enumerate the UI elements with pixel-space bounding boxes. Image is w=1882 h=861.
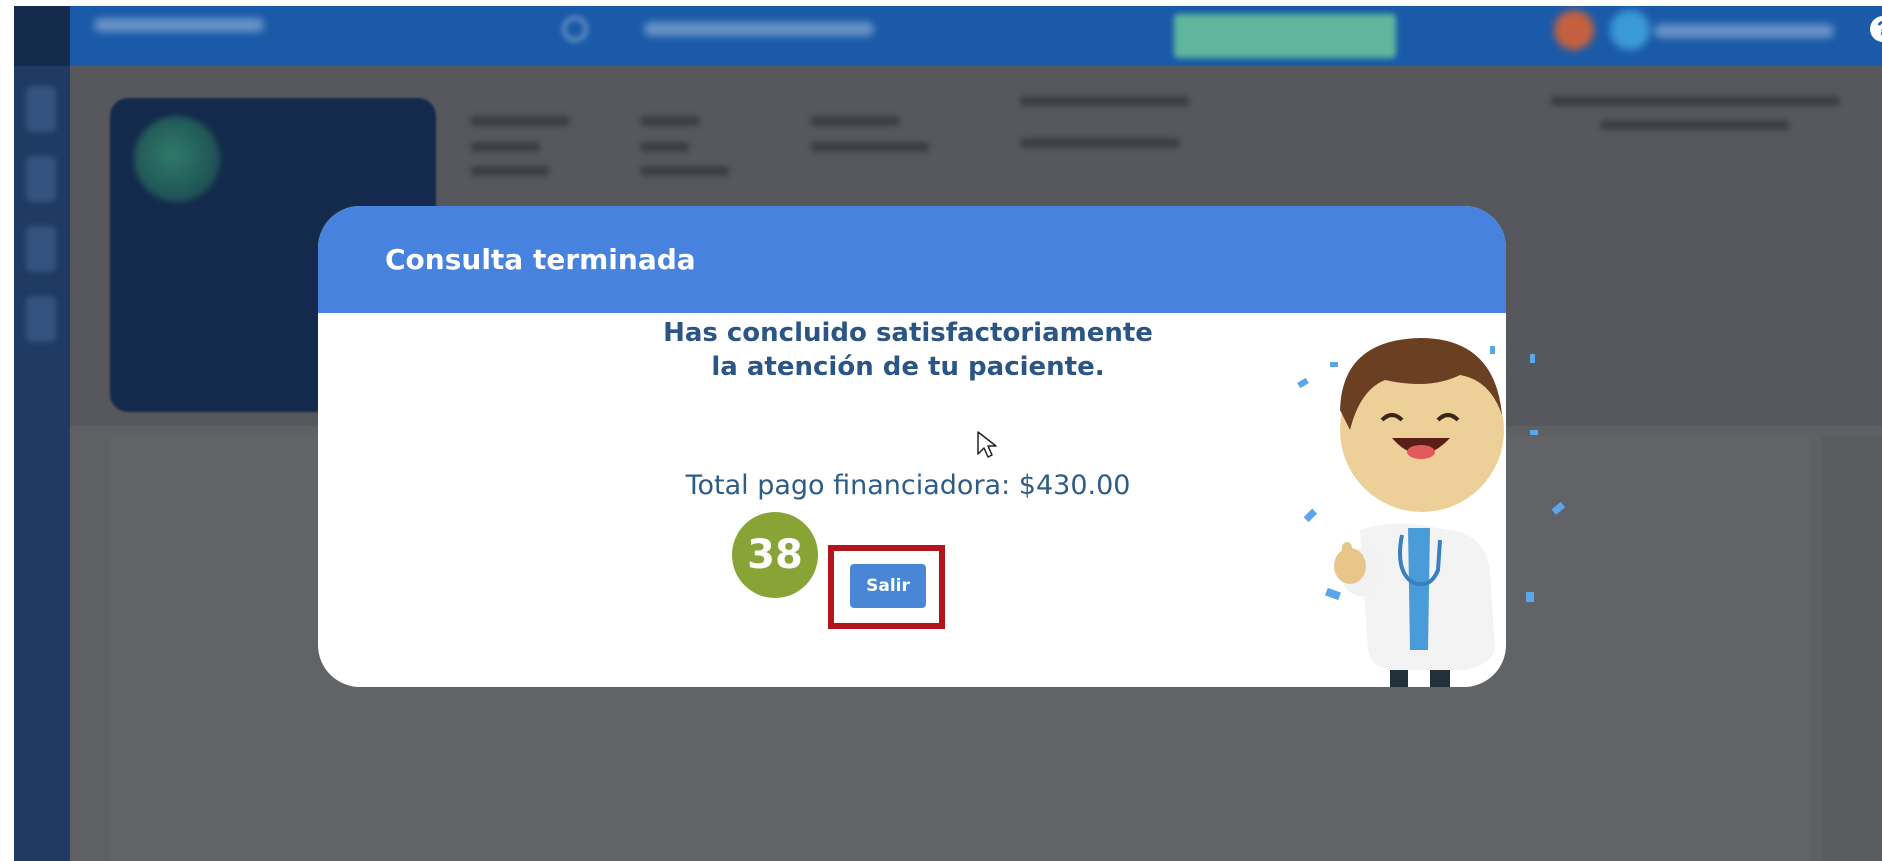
patient-info-text xyxy=(1020,138,1180,148)
payment-total: Total pago financiadora: $430.00 xyxy=(685,470,1131,501)
help-icon[interactable]: ? xyxy=(1870,16,1882,42)
avatar[interactable] xyxy=(1610,10,1650,50)
patient-info-text xyxy=(470,166,550,176)
sidebar-nav-icon[interactable] xyxy=(26,156,56,202)
notification-icon[interactable] xyxy=(1554,10,1594,50)
patient-info-text xyxy=(1550,96,1840,106)
app-sidebar xyxy=(14,6,70,861)
search-icon[interactable] xyxy=(562,16,588,42)
sidebar-nav-icon[interactable] xyxy=(26,296,56,342)
app-right-panel xyxy=(1822,436,1882,861)
patient-info-text xyxy=(640,166,730,176)
app-brand-text xyxy=(94,18,264,32)
app-topbar: ? xyxy=(14,6,1882,66)
app-logo xyxy=(14,6,70,66)
patient-info-text xyxy=(1600,120,1790,130)
step-number-badge: 38 xyxy=(732,512,818,598)
patient-info-text xyxy=(470,142,540,152)
user-name-text[interactable] xyxy=(1654,24,1834,38)
patient-info-text xyxy=(810,142,930,152)
mouse-cursor-icon xyxy=(977,431,997,458)
topbar-action-button[interactable] xyxy=(1174,14,1396,58)
patient-info-text xyxy=(640,116,700,126)
sidebar-nav-icon[interactable] xyxy=(26,226,56,272)
patient-photo xyxy=(134,116,220,202)
search-input[interactable] xyxy=(644,22,874,36)
patient-info-text xyxy=(1020,96,1190,106)
patient-info-text xyxy=(640,142,690,152)
modal-message-line: Has concluido satisfactoriamente xyxy=(663,318,1153,348)
patient-info-text xyxy=(810,116,900,126)
patient-info-text xyxy=(470,116,570,126)
modal-header: Consulta terminada xyxy=(318,206,1506,313)
modal-message-line: la atención de tu paciente. xyxy=(711,352,1105,382)
modal-title: Consulta terminada xyxy=(385,243,696,276)
modal-message: Has concluido satisfactoriamente la aten… xyxy=(608,316,1208,384)
sidebar-nav-icon[interactable] xyxy=(26,86,56,132)
doctor-mascot-illustration xyxy=(1297,338,1566,687)
exit-button-highlight xyxy=(828,545,945,629)
